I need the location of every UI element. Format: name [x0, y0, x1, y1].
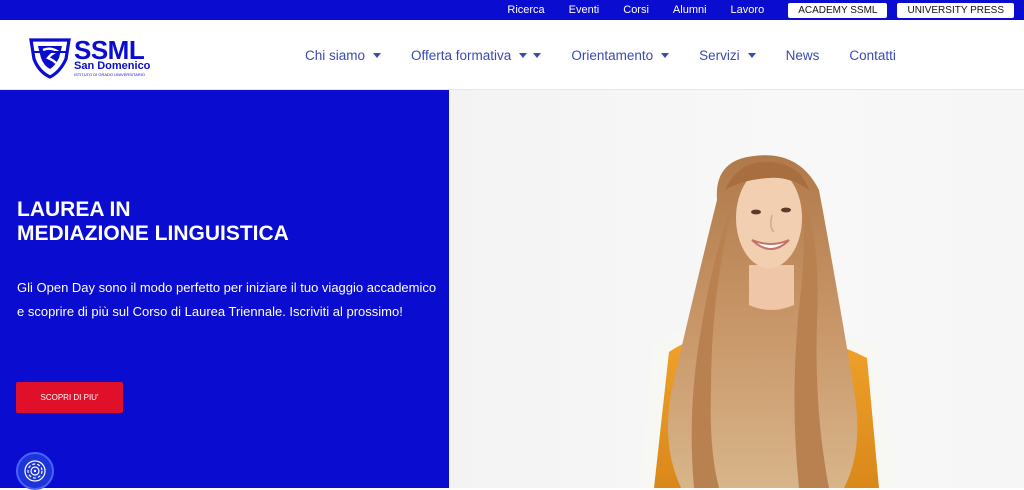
chevron-down-icon: [747, 52, 756, 58]
nav-item-contatti[interactable]: Contatti: [849, 48, 896, 63]
shield-logo-icon: [29, 38, 71, 79]
nav-item-label: Offerta formativa: [411, 47, 512, 63]
logo-subtitle: San Domenico: [74, 60, 151, 72]
top-link-corsi[interactable]: Corsi: [623, 4, 649, 16]
nav-item-label: Orientamento: [571, 47, 654, 63]
chevron-down-icon: [373, 52, 382, 58]
nav-item-label: Servizi: [699, 47, 740, 63]
top-link-alumni[interactable]: Alumni: [673, 4, 707, 16]
university-press-button[interactable]: UNIVERSITY PRESS: [897, 2, 1014, 18]
hero-title-line-2: MEDIAZIONE LINGUISTICA: [17, 222, 289, 245]
logo-tagline: ISTITUTO DI GRADO UNIVERSITARIO: [74, 72, 145, 77]
hero-panel: LAUREA IN MEDIAZIONE LINGUISTICA Gli Ope…: [0, 90, 449, 490]
hero-title: LAUREA IN MEDIAZIONE LINGUISTICA: [17, 198, 289, 246]
hero-description: Gli Open Day sono il modo perfetto per i…: [17, 280, 437, 319]
nav-item-servizi[interactable]: Servizi: [699, 48, 756, 63]
site-logo[interactable]: SSML San Domenico ISTITUTO DI GRADO UNIV…: [28, 35, 153, 79]
nav-item-orientamento[interactable]: Orientamento: [571, 47, 670, 63]
top-link-ricerca[interactable]: Ricerca: [507, 4, 544, 16]
main-nav: Chi siamo Offerta formativa Orientamento…: [305, 20, 926, 90]
nav-item-label: News: [785, 47, 820, 63]
top-link-eventi[interactable]: Eventi: [569, 4, 600, 16]
chevron-down-icon: [661, 52, 670, 58]
nav-item-label: Chi siamo: [305, 47, 366, 63]
top-utility-bar: Ricerca Eventi Corsi Alumni Lavoro ACADE…: [0, 0, 1024, 20]
top-link-lavoro[interactable]: Lavoro: [731, 4, 765, 16]
top-links: Ricerca Eventi Corsi Alumni Lavoro ACADE…: [507, 0, 1024, 20]
main-header: SSML San Domenico ISTITUTO DI GRADO UNIV…: [0, 20, 1024, 90]
nav-item-chi-siamo[interactable]: Chi siamo: [305, 47, 382, 63]
nav-item-news[interactable]: News: [786, 48, 820, 63]
chevron-down-icon: [533, 52, 542, 58]
nav-item-label: Contatti: [849, 47, 896, 63]
academy-ssml-button[interactable]: ACADEMY SSML: [788, 2, 888, 18]
hero-image: [449, 90, 1024, 488]
scopri-di-piu-button[interactable]: SCOPRI DI PIU': [16, 382, 123, 413]
smiling-student-photo: [639, 155, 899, 488]
nav-item-offerta-formativa[interactable]: Offerta formativa: [411, 47, 542, 63]
accessibility-widget-button[interactable]: [16, 452, 54, 490]
hero-title-line-1: LAUREA IN: [17, 198, 131, 221]
fingerprint-icon: [24, 460, 46, 482]
chevron-down-icon: [519, 52, 528, 58]
